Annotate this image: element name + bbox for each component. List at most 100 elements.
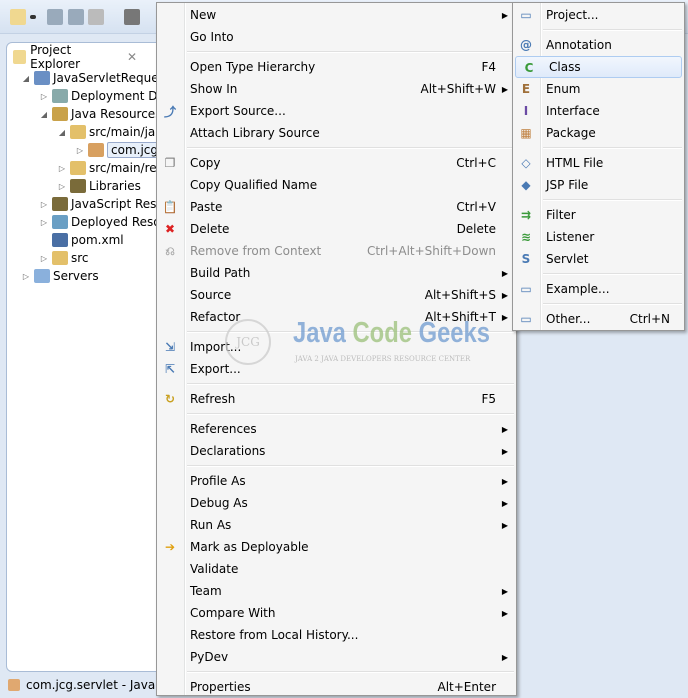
expand-toggle-icon[interactable]: ▷ (57, 164, 67, 173)
menu-item-label: Interface (546, 104, 600, 118)
menu-item-debug-as[interactable]: Debug As ▶ (157, 492, 516, 514)
menu-item-run-as[interactable]: Run As ▶ (157, 514, 516, 536)
expand-toggle-icon[interactable]: ▷ (39, 200, 49, 209)
menu-item-filter[interactable]: ⇉ Filter (513, 204, 684, 226)
menu-item-label: Example... (546, 282, 610, 296)
tab-project-explorer[interactable]: Project Explorer ✕ (7, 43, 137, 71)
listener-icon: ≋ (520, 230, 532, 244)
menu-item-build-path[interactable]: Build Path ▶ (157, 262, 516, 284)
menu-item-label: Export... (190, 362, 241, 376)
menu-item-delete[interactable]: ✖ Delete Delete (157, 218, 516, 240)
menu-item-validate[interactable]: Validate (157, 558, 516, 580)
menu-item-references[interactable]: References ▶ (157, 418, 516, 440)
menu-item-label: HTML File (546, 156, 604, 170)
chevron-right-icon: ▶ (501, 268, 508, 278)
menu-item-export[interactable]: ⇱ Export... (157, 358, 516, 380)
menu-item-label: Attach Library Source (190, 126, 320, 140)
menu-item-html-file[interactable]: ◇ HTML File (513, 152, 684, 174)
menu-item-example[interactable]: ▭ Example... (513, 278, 684, 300)
chevron-right-icon: ▶ (501, 10, 508, 20)
tree-item[interactable]: ◢ Java Resources (39, 105, 161, 123)
menu-item-copy-qualified-name[interactable]: Copy Qualified Name (157, 174, 516, 196)
html-file-icon: ◇ (521, 156, 531, 170)
menu-item-attach-library-source[interactable]: Attach Library Source (157, 122, 516, 144)
menu-item-enum[interactable]: E Enum (513, 78, 684, 100)
menu-item-team[interactable]: Team ▶ (157, 580, 516, 602)
tree-item[interactable]: ▷ Servers (21, 267, 99, 285)
tree-item[interactable]: ▷ src/main/re (57, 159, 157, 177)
menu-item-open-type-hierarchy[interactable]: Open Type Hierarchy F4 (157, 56, 516, 78)
menu-item-compare-with[interactable]: Compare With ▶ (157, 602, 516, 624)
menu-item-pydev[interactable]: PyDev ▶ (157, 646, 516, 668)
menu-item-label: Build Path (190, 266, 251, 280)
expand-toggle-icon[interactable]: ◢ (57, 128, 67, 137)
menu-item-jsp-file[interactable]: ◆ JSP File (513, 174, 684, 196)
folder-icon (34, 269, 50, 283)
menu-item-import[interactable]: ⇲ Import... (157, 336, 516, 358)
expand-toggle-icon[interactable]: ◢ (21, 74, 31, 83)
tree-item-label: com.jcg (107, 142, 162, 158)
tree-item-label: src (71, 251, 89, 265)
menu-item-other[interactable]: ▭ Other... Ctrl+N (513, 308, 684, 330)
menu-item-export-source[interactable]: ⤴ Export Source... (157, 100, 516, 122)
menu-item-remove-from-context[interactable]: ⎌ Remove from Context Ctrl+Alt+Shift+Down (157, 240, 516, 262)
dropdown-icon[interactable] (30, 15, 36, 19)
menu-item-servlet[interactable]: S Servlet (513, 248, 684, 270)
print-icon[interactable] (88, 9, 104, 25)
menu-item-source[interactable]: Source Alt+Shift+S ▶ (157, 284, 516, 306)
expand-toggle-icon[interactable]: ▷ (39, 218, 49, 227)
menu-item-refactor[interactable]: Refactor Alt+Shift+T ▶ (157, 306, 516, 328)
chevron-right-icon: ▶ (501, 446, 508, 456)
new-submenu: ▭ Project... @ Annotation C Class E Enum I Interf… (512, 2, 685, 331)
menu-item-listener[interactable]: ≋ Listener (513, 226, 684, 248)
expand-toggle-icon[interactable]: ▷ (21, 272, 31, 281)
expand-toggle-icon[interactable]: ▷ (39, 254, 49, 263)
tree-item[interactable]: ▷ com.jcg (75, 141, 162, 159)
shortcut: F5 (481, 392, 496, 406)
tree-item[interactable]: ▷ Deployed Resou (39, 213, 168, 231)
menu-item-properties[interactable]: Properties Alt+Enter (157, 676, 516, 698)
menu-item-class[interactable]: C Class (515, 56, 682, 78)
menu-item-paste[interactable]: 📋 Paste Ctrl+V (157, 196, 516, 218)
tree-item-label: src/main/ja (89, 125, 156, 139)
tree-item[interactable]: pom.xml (39, 231, 124, 249)
tree-item[interactable]: ◢ src/main/ja (57, 123, 155, 141)
menu-item-label: Copy (190, 156, 221, 170)
source-folder-icon (70, 125, 86, 139)
save-icon[interactable] (47, 9, 63, 25)
save-all-icon[interactable] (68, 9, 84, 25)
binary-icon[interactable] (124, 9, 140, 25)
menu-separator (513, 26, 684, 34)
close-icon[interactable]: ✕ (127, 50, 137, 64)
new-wizard-icon[interactable] (10, 9, 26, 25)
menu-item-mark-as-deployable[interactable]: ➔ Mark as Deployable (157, 536, 516, 558)
menu-item-new[interactable]: New ▶ (157, 4, 516, 26)
menu-item-declarations[interactable]: Declarations ▶ (157, 440, 516, 462)
menu-item-go-into[interactable]: Go Into (157, 26, 516, 48)
expand-toggle-icon[interactable]: ▷ (57, 182, 67, 191)
menu-item-interface[interactable]: I Interface (513, 100, 684, 122)
expand-toggle-icon[interactable]: ▷ (39, 92, 49, 101)
menu-item-refresh[interactable]: ↻ Refresh F5 (157, 388, 516, 410)
shortcut: Alt+Enter (437, 680, 496, 694)
menu-item-package[interactable]: ▦ Package (513, 122, 684, 144)
menu-item-show-in[interactable]: Show In Alt+Shift+W ▶ (157, 78, 516, 100)
tree-item[interactable]: ◢ JavaServletRequest (21, 69, 170, 87)
shortcut: Alt+Shift+S (424, 288, 496, 302)
libraries-icon (70, 179, 86, 193)
menu-item-annotation[interactable]: @ Annotation (513, 34, 684, 56)
context-menu: New ▶ Go Into Open Type Hierarchy F4 Show In A… (156, 2, 517, 696)
menu-item-restore-from-local-history[interactable]: Restore from Local History... (157, 624, 516, 646)
menu-item-copy[interactable]: ❐ Copy Ctrl+C (157, 152, 516, 174)
menu-separator (513, 270, 684, 278)
menu-separator (513, 300, 684, 308)
expand-toggle-icon[interactable]: ◢ (39, 110, 49, 119)
menu-item-project[interactable]: ▭ Project... (513, 4, 684, 26)
tree-item[interactable]: ▷ Libraries (57, 177, 141, 195)
tree-item[interactable]: ▷ Deployment De (39, 87, 165, 105)
expand-toggle-icon[interactable]: ▷ (75, 146, 85, 155)
tree-item[interactable]: ▷ JavaScript Reso (39, 195, 164, 213)
menu-item-profile-as[interactable]: Profile As ▶ (157, 470, 516, 492)
menu-separator (157, 380, 516, 388)
tree-item[interactable]: ▷ src (39, 249, 89, 267)
